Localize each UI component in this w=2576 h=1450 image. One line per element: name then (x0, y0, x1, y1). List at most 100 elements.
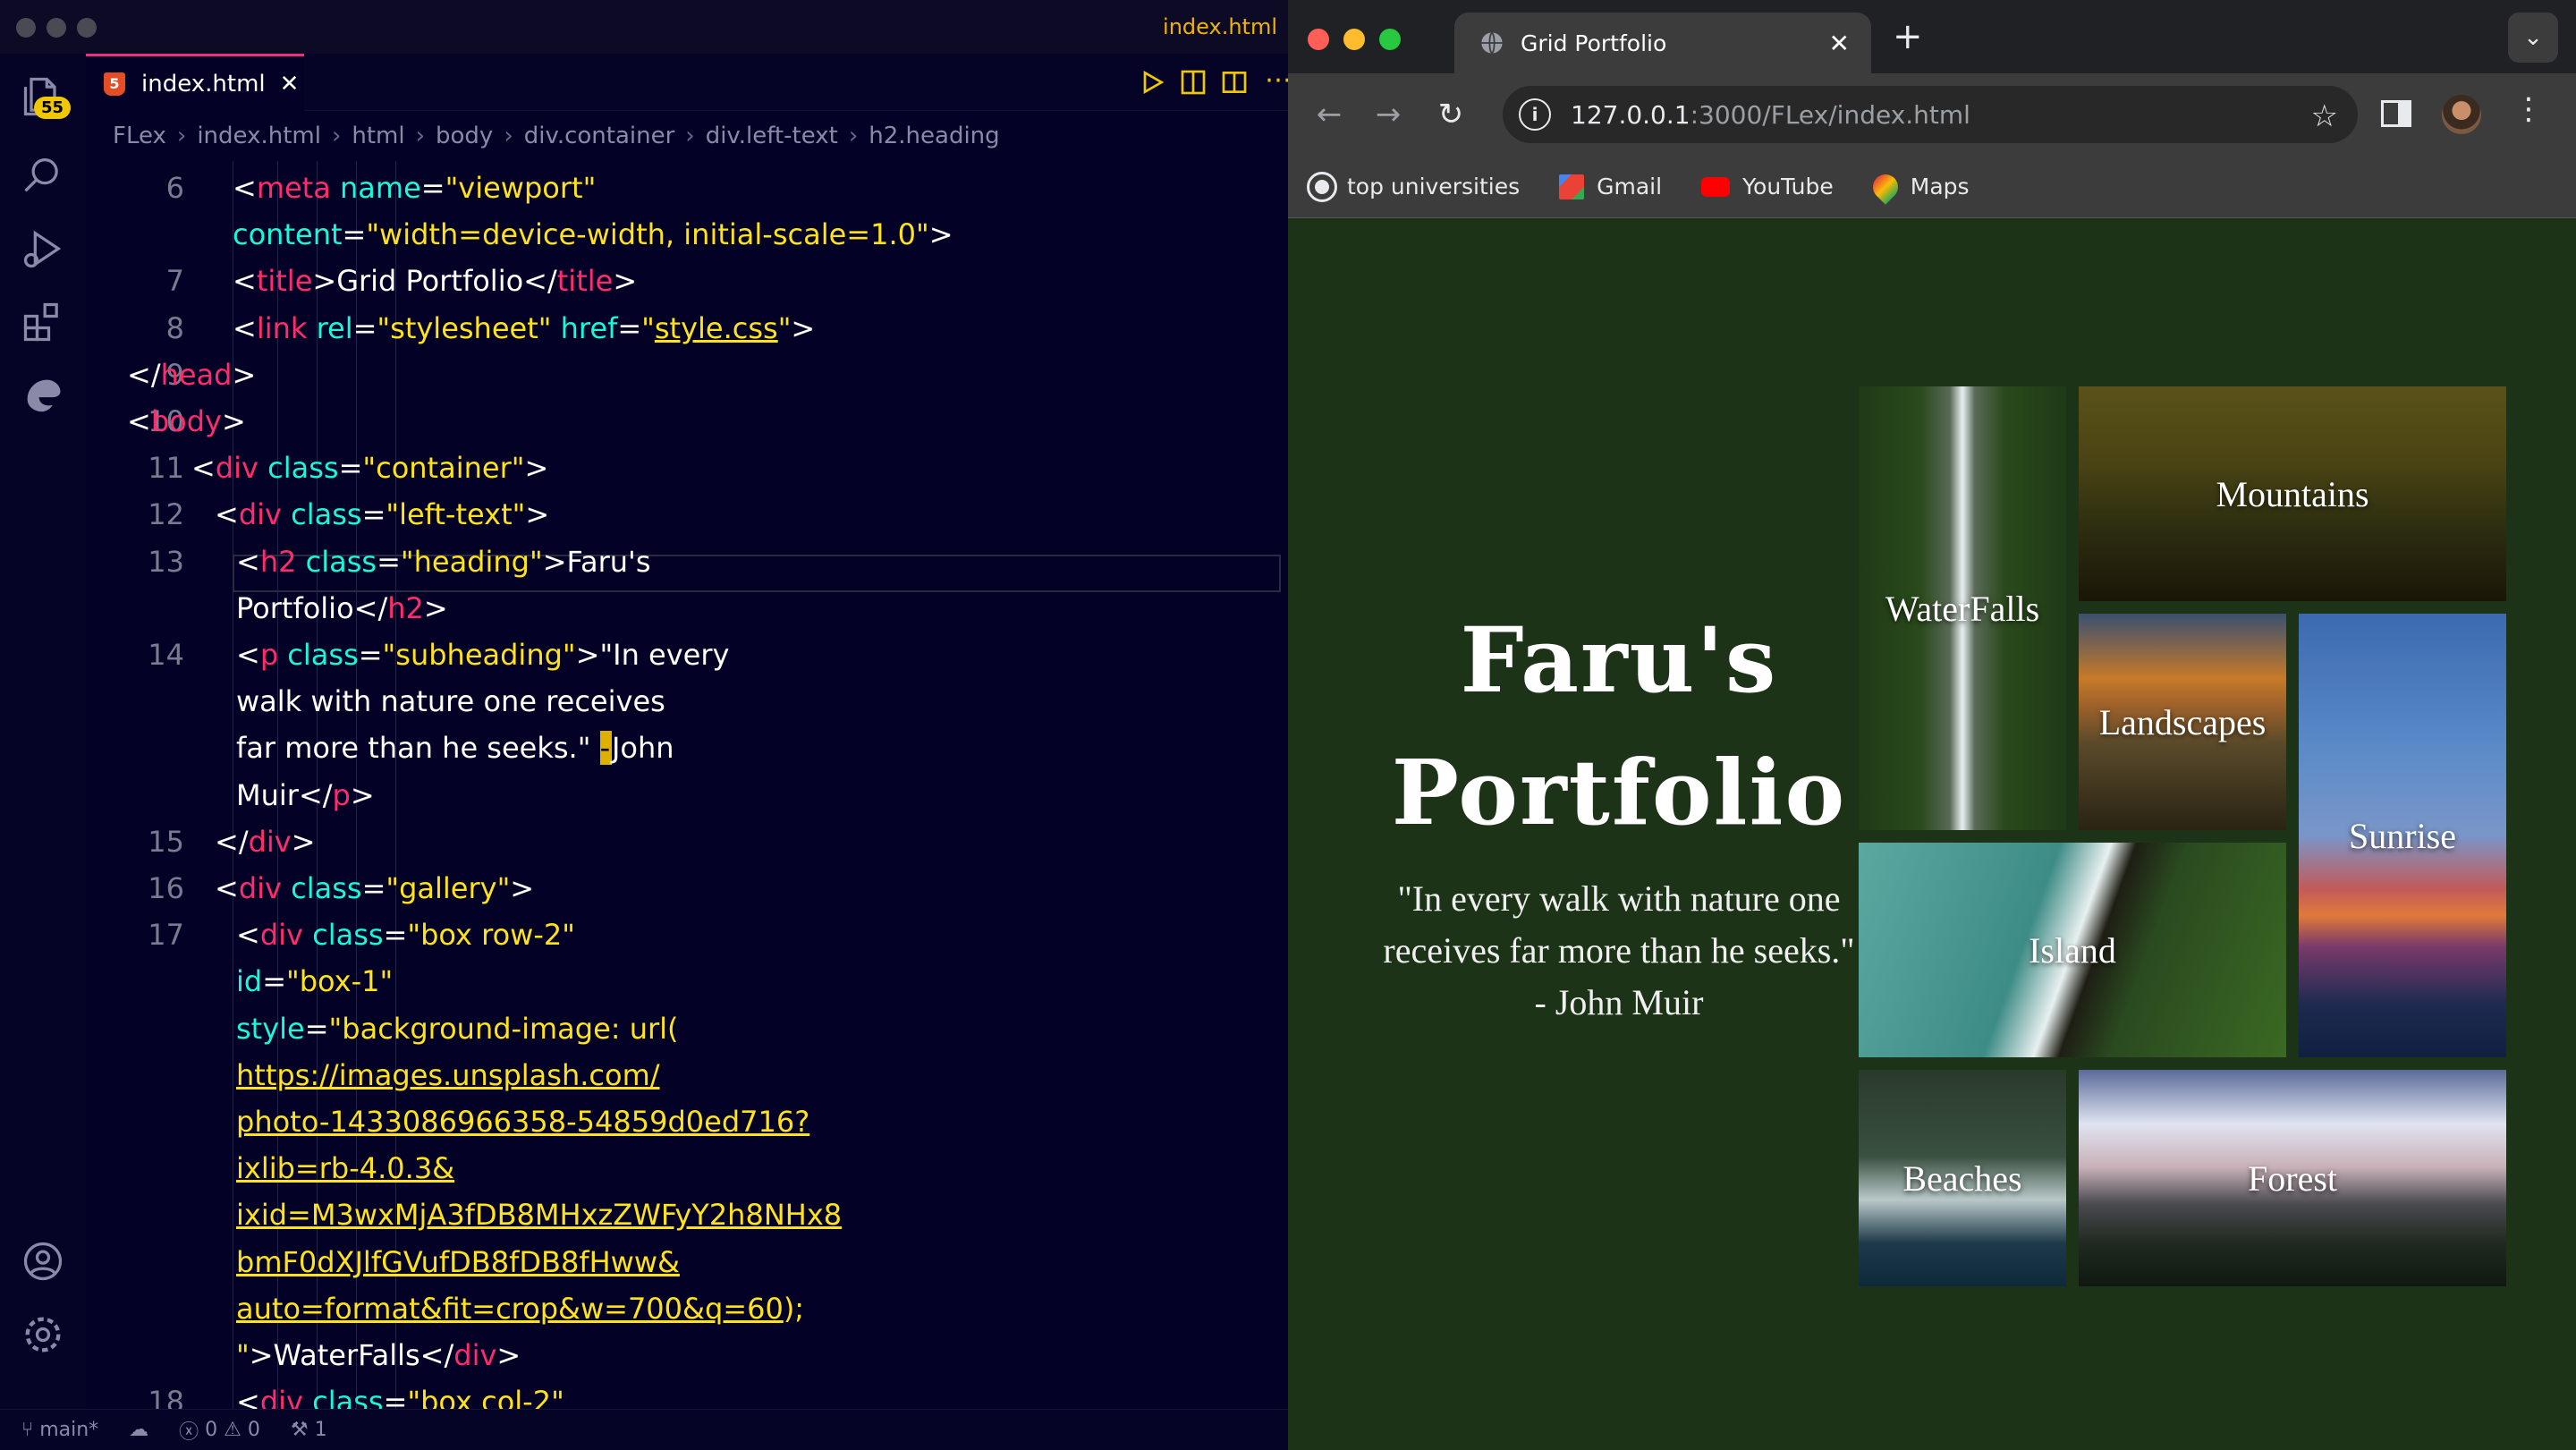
branch-status[interactable]: ⑂ main* (21, 1419, 98, 1441)
code-line[interactable]: 8 <link rel="stylesheet" href="style.css"… (86, 307, 1204, 350)
settings-gear-icon[interactable] (20, 1311, 66, 1358)
bookmark-maps[interactable]: Maps (1867, 168, 1970, 205)
chrome-zoom-dot[interactable] (1379, 29, 1401, 50)
tab-search-chevron-icon[interactable]: ⌄ (2508, 13, 2558, 63)
breadcrumb-item[interactable]: index.html (197, 123, 321, 149)
code-line[interactable]: bmF0dXJlfGVufDB8fDB8fHww& (86, 1241, 1204, 1284)
line-number: 6 (165, 171, 184, 205)
code-line[interactable]: 15 </div> (86, 820, 1204, 863)
line-number: 15 (148, 824, 184, 859)
more-actions-icon[interactable]: ⋯ (1265, 64, 1288, 96)
chrome-menu-icon[interactable]: ⋮ (2513, 91, 2544, 127)
window-close-dot[interactable] (16, 18, 36, 38)
reload-icon[interactable]: ↻ (1431, 95, 1470, 134)
vscode-window: index.html 55 5 index.html ✕ ⋯ FLex › in… (0, 0, 1288, 1450)
code-line[interactable]: 17 <div class="box row-2" (86, 913, 1204, 956)
breadcrumb-item[interactable]: html (352, 123, 404, 149)
address-bar[interactable]: i 127.0.0.1:3000/FLex/index.html ☆ (1503, 86, 2358, 143)
bookmark-star-icon[interactable]: ☆ (2311, 98, 2338, 134)
window-minimize-dot[interactable] (47, 18, 66, 38)
code-line[interactable]: Muir</p> (86, 774, 1204, 817)
chrome-close-dot[interactable] (1308, 29, 1329, 50)
new-tab-icon[interactable]: + (1893, 16, 1923, 57)
url-text[interactable]: 127.0.0.1:3000/FLex/index.html (1571, 100, 1970, 130)
code-text: <h2 class="heading">Faru's (236, 544, 651, 579)
code-line[interactable]: far more than he seeks." -John (86, 726, 1204, 769)
code-line[interactable]: 13 <h2 class="heading">Faru's (86, 540, 1204, 583)
back-arrow-icon[interactable]: ← (1309, 95, 1349, 134)
webpage: Faru's Portfolio "In every walk with nat… (1288, 218, 2576, 1450)
code-text: Muir</p> (236, 777, 375, 812)
code-line[interactable]: ixlib=rb-4.0.3& (86, 1147, 1204, 1190)
site-info-icon[interactable]: i (1519, 98, 1551, 131)
breadcrumb-separator: › (685, 123, 695, 149)
ports-status[interactable]: ⚒ 1 (291, 1419, 327, 1441)
breadcrumb-item[interactable]: h2.heading (869, 123, 999, 149)
code-line[interactable]: walk with nature one receives (86, 680, 1204, 723)
git-branch-icon: ⑂ (21, 1419, 40, 1441)
breadcrumb-separator: › (504, 123, 513, 149)
side-panel-icon[interactable] (2381, 100, 2411, 127)
chrome-minimize-dot[interactable] (1343, 29, 1365, 50)
bookmark-top-universities[interactable]: top universities (1307, 171, 1520, 202)
profile-avatar[interactable] (2442, 95, 2481, 134)
code-line[interactable]: style="background-image: url( (86, 1007, 1204, 1050)
code-line[interactable]: content="width=device-width, initial-sca… (86, 213, 1204, 256)
problems-status[interactable]: ⓧ 0 ⚠ 0 (179, 1416, 260, 1445)
breadcrumb-separator: › (415, 123, 425, 149)
code-line[interactable]: 7 <title>Grid Portfolio</title> (86, 259, 1204, 302)
code-line[interactable]: 12 <div class="left-text"> (86, 493, 1204, 536)
code-text: Portfolio</h2> (236, 590, 448, 625)
code-line[interactable]: https://images.unsplash.com/ (86, 1054, 1204, 1097)
run-debug-icon[interactable] (20, 225, 66, 272)
code-text: photo-1433086966358-54859d0ed716? (236, 1105, 810, 1139)
warning-icon: ⚠ (224, 1419, 248, 1441)
code-line[interactable]: id="box-1" (86, 960, 1204, 1003)
code-text: https://images.unsplash.com/ (236, 1057, 660, 1092)
code-line[interactable]: 16 <div class="gallery"> (86, 867, 1204, 910)
breadcrumb-item[interactable]: div.left-text (706, 123, 838, 149)
chrome-window: Grid Portfolio ✕ + ⌄ ← → ↻ i 127.0.0.1:3… (1288, 0, 2576, 1450)
code-text: walk with nature one receives (236, 684, 665, 719)
code-line[interactable]: Portfolio</h2> (86, 587, 1204, 630)
breadcrumb-item[interactable]: div.container (524, 123, 675, 149)
line-number: 11 (148, 451, 184, 486)
code-line[interactable]: 11 <div class="container"> (86, 446, 1204, 489)
bookmark-gmail[interactable]: Gmail (1559, 174, 1662, 199)
code-text: auto=format&fit=crop&w=700&q=60); (236, 1291, 805, 1326)
code-editor[interactable]: 6 <meta name="viewport" content="width=dev… (86, 161, 1288, 1450)
breadcrumb-item[interactable]: body (436, 123, 493, 149)
code-text: <div class="container"> (191, 451, 549, 486)
breadcrumb-item[interactable]: FLex (113, 123, 166, 149)
code-line[interactable]: photo-1433086966358-54859d0ed716? (86, 1100, 1204, 1143)
run-icon[interactable] (1138, 68, 1166, 97)
browser-tab[interactable]: Grid Portfolio ✕ (1454, 13, 1871, 73)
code-text: <div class="left-text"> (215, 497, 550, 532)
open-preview-icon[interactable] (1179, 68, 1208, 97)
code-line[interactable]: 9 </head> (86, 353, 1204, 396)
code-line[interactable]: 6 <meta name="viewport" (86, 166, 1204, 209)
code-text: ">WaterFalls</div> (236, 1338, 521, 1372)
bookmark-youtube[interactable]: YouTube (1701, 174, 1834, 199)
tab-close-icon[interactable]: ✕ (280, 71, 300, 98)
code-line[interactable]: auto=format&fit=crop&w=700&q=60); (86, 1287, 1204, 1330)
code-line[interactable]: 14 <p class="subheading">"In every (86, 633, 1204, 676)
tab-close-icon[interactable]: ✕ (1829, 29, 1850, 58)
extensions-icon[interactable] (20, 299, 66, 345)
code-text: bmF0dXJlfGVufDB8fDB8fHww& (236, 1244, 680, 1279)
code-line[interactable]: ixid=M3wxMjA3fDB8MHxzZWFyY2h8NHx8 (86, 1193, 1204, 1236)
tab-index-html[interactable]: 5 index.html ✕ (86, 54, 304, 111)
split-editor-icon[interactable] (1220, 68, 1249, 97)
code-text: content="width=device-width, initial-sca… (233, 217, 953, 252)
page-heading: Faru's Portfolio (1391, 607, 1847, 845)
code-line[interactable]: ">WaterFalls</div> (86, 1334, 1204, 1377)
code-line[interactable]: 10 <body> (86, 400, 1204, 443)
search-icon[interactable] (20, 152, 66, 199)
forward-arrow-icon[interactable]: → (1368, 95, 1408, 134)
status-bar: ⑂ main* ☁ ⓧ 0 ⚠ 0 ⚒ 1 (0, 1409, 1288, 1450)
account-icon[interactable] (20, 1238, 66, 1285)
window-zoom-dot[interactable] (77, 18, 97, 38)
edge-devtools-icon[interactable] (20, 372, 66, 419)
sync-icon[interactable]: ☁ (129, 1419, 148, 1441)
breadcrumb-separator: › (848, 123, 859, 149)
